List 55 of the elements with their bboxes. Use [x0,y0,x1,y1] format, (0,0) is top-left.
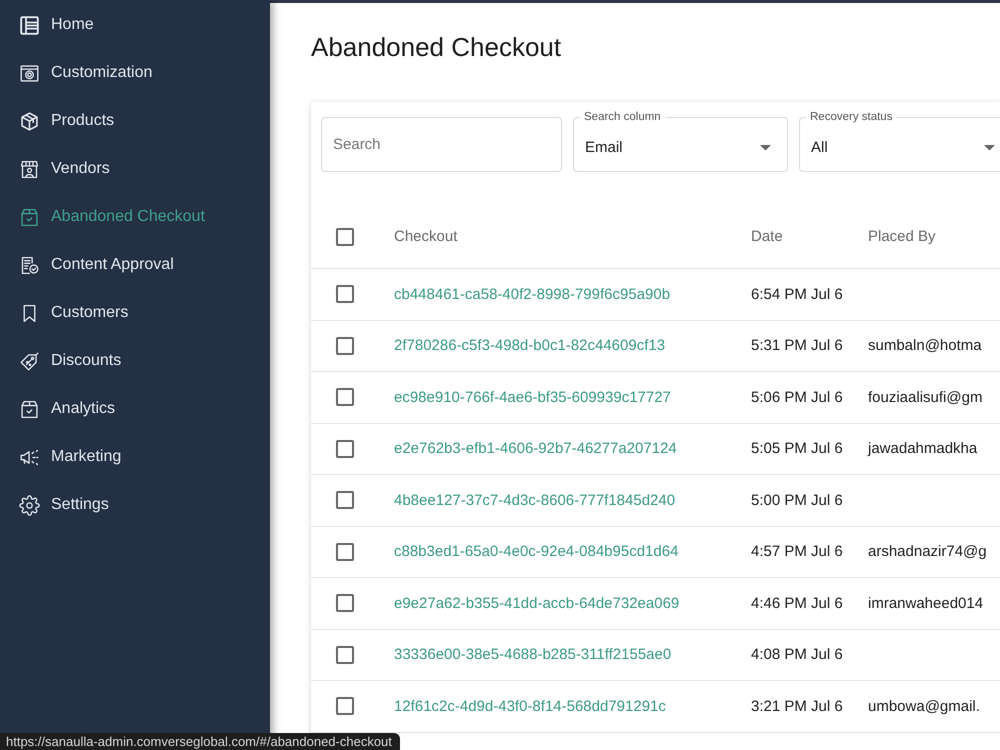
date-text: 4:46 PM Jul 6 [751,594,843,612]
row-checkbox[interactable] [336,388,354,406]
date-text: 6:54 PM Jul 6 [751,286,843,303]
column-header: Placed By [868,228,936,245]
date-text: 3:21 PM Jul 6 [751,698,843,715]
date-text: 5:00 PM Jul 6 [751,492,843,509]
date-text: 4:08 PM Jul 6 [751,646,843,664]
page-title: Abandoned Checkout [311,31,562,63]
row-checkbox[interactable] [336,542,354,561]
row-checkbox[interactable] [336,440,354,458]
field-label: Recovery status [806,111,896,123]
email-text: jawadahmadkha [868,440,978,458]
row-checkbox[interactable] [336,646,354,664]
sidebar-item[interactable]: Home [19,9,94,41]
sidebar-item[interactable]: Analytics [19,393,116,425]
date-text: 5:31 PM Jul 6 [751,337,843,354]
sidebar-item[interactable]: Products [19,105,114,137]
column-header: Checkout [394,228,458,245]
select-all-checkbox[interactable] [336,228,354,246]
date-text: 4:57 PM Jul 6 [751,543,843,560]
tag-icon [19,350,40,372]
email-text: sumbaln@hotma [868,337,982,354]
link-url-tooltip: https://sanaulla-admin.comverseglobal.com/#/abandoned-checkout [0,733,400,750]
row-checkbox[interactable] [336,594,354,612]
field-label: Search column [580,111,665,123]
email-text: umbowa@gmail. [868,698,980,715]
search-field[interactable]: Search [321,117,562,172]
email-text: imranwaheed014 [868,594,984,612]
box-check-icon [19,398,40,420]
document-check-icon [19,254,40,276]
sidebar-item[interactable]: Customers [19,297,128,329]
box-check-icon [19,206,40,228]
email-text: arshadnazir74@g [868,543,987,560]
sidebar-item[interactable]: Abandoned Checkout [19,201,205,233]
row-checkbox[interactable] [336,491,354,510]
dropdown-caret-icon [760,144,771,150]
date-text: 5:06 PM Jul 6 [751,388,843,406]
sidebar-item[interactable]: Customization [19,57,152,89]
sidebar-item[interactable]: Marketing [19,441,122,473]
sidebar-item[interactable]: Settings [19,489,109,521]
email-text: fouziaalisufi@gm [868,388,982,406]
sidebar-item[interactable]: Vendors [19,153,110,185]
sidebar-item[interactable]: Content Approval [19,249,174,281]
box-icon [19,110,40,132]
row-checkbox[interactable] [336,285,354,304]
browser-window-icon [19,62,40,84]
row-checkbox[interactable] [336,336,354,355]
dropdown-caret-icon [984,144,995,150]
storefront-icon [19,158,40,180]
date-text: 5:05 PM Jul 6 [751,440,843,458]
row-checkbox[interactable] [336,697,354,716]
list-icon [19,14,40,36]
column-header: Date [751,228,783,245]
sidebar-item[interactable]: Discounts [19,345,122,377]
settings-icon [19,494,40,516]
